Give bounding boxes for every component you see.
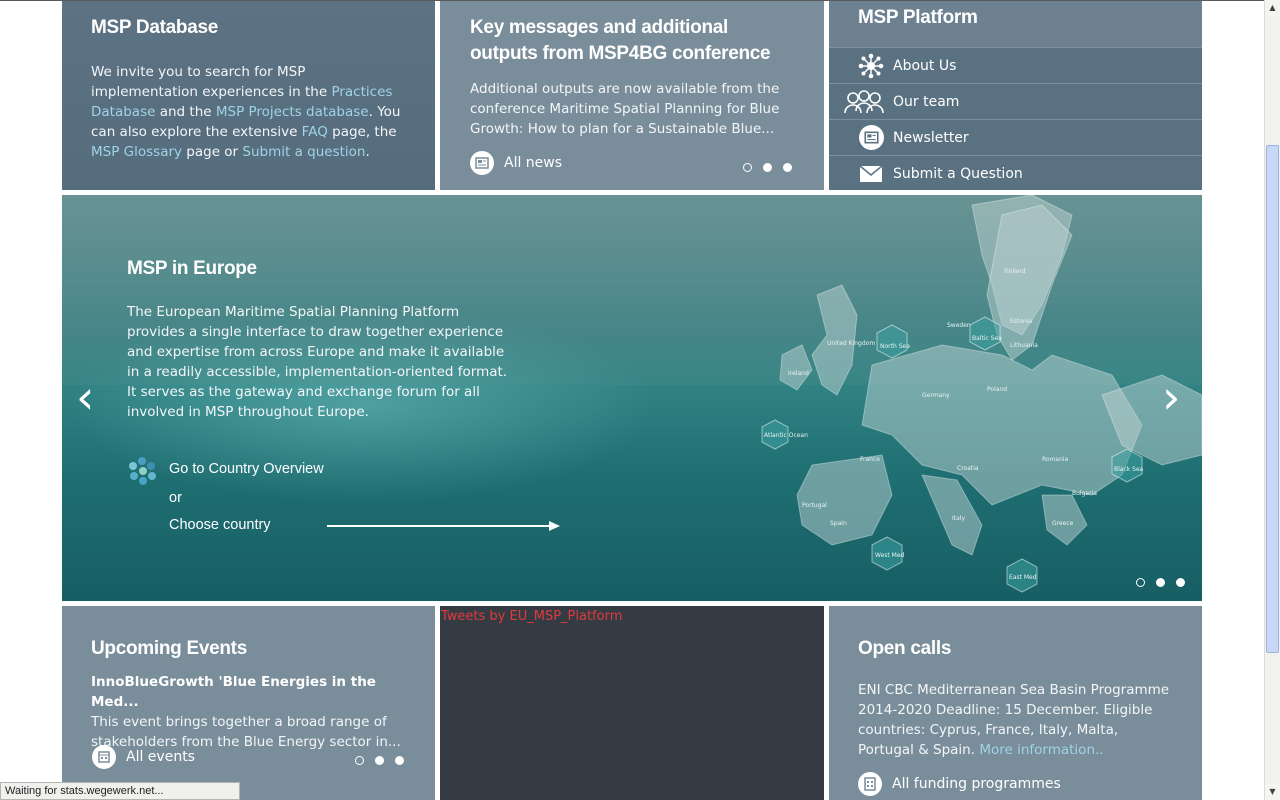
status-bar: Waiting for stats.wegewerk.net... bbox=[0, 782, 240, 800]
menu-item-about-us[interactable]: About Us bbox=[829, 47, 1202, 83]
all-events-link[interactable]: All events bbox=[92, 745, 195, 769]
hero-dot-2[interactable] bbox=[1156, 578, 1165, 587]
svg-text:United Kingdom: United Kingdom bbox=[827, 340, 875, 347]
network-icon bbox=[858, 53, 884, 79]
hero-title: MSP in Europe bbox=[127, 258, 257, 279]
svg-text:Ireland: Ireland bbox=[788, 370, 809, 377]
svg-text:West Med: West Med bbox=[875, 552, 905, 559]
svg-text:East Med: East Med bbox=[1009, 574, 1037, 581]
events-dot-1[interactable] bbox=[355, 756, 364, 765]
svg-text:Atlantic Ocean: Atlantic Ocean bbox=[764, 432, 808, 439]
calls-text: ENI CBC Mediterranean Sea Basin Programm… bbox=[858, 682, 1170, 758]
database-text: We invite you to search for MSP implemen… bbox=[91, 64, 401, 160]
country-overview-icon bbox=[126, 455, 160, 493]
database-title: MSP Database bbox=[91, 17, 218, 38]
menu-item-submit-question[interactable]: Submit a Question bbox=[829, 155, 1202, 191]
europe-map[interactable]: North Sea Baltic Sea Atlantic Ocean Blac… bbox=[742, 195, 1202, 601]
hero-text: The European Maritime Spatial Planning P… bbox=[127, 304, 508, 420]
svg-text:Poland: Poland bbox=[987, 386, 1007, 393]
open-calls-panel: Open calls ENI CBC Mediterranean Sea Bas… bbox=[829, 606, 1202, 800]
svg-text:Germany: Germany bbox=[922, 392, 950, 399]
submit-question-link[interactable]: Submit a question bbox=[242, 144, 365, 160]
team-icon bbox=[844, 89, 884, 115]
tweets-link[interactable]: Tweets by EU_MSP_Platform bbox=[441, 609, 622, 624]
event-title[interactable]: InnoBlueGrowth 'Blue Energies in the Med… bbox=[91, 672, 406, 712]
platform-title: MSP Platform bbox=[829, 1, 1202, 47]
events-dot-3[interactable] bbox=[395, 756, 404, 765]
hero-next-arrow[interactable]: › bbox=[1162, 374, 1180, 420]
svg-text:Black Sea: Black Sea bbox=[1114, 466, 1144, 473]
svg-text:Baltic Sea: Baltic Sea bbox=[972, 335, 1002, 342]
news-dot-1[interactable] bbox=[743, 163, 752, 172]
menu-item-our-team[interactable]: Our team bbox=[829, 83, 1202, 119]
vertical-scrollbar[interactable]: ▲ ▼ bbox=[1264, 0, 1280, 800]
projects-database-link[interactable]: MSP Projects database bbox=[216, 104, 369, 120]
svg-text:Lithuania: Lithuania bbox=[1010, 342, 1038, 349]
svg-text:France: France bbox=[860, 456, 880, 463]
glossary-link[interactable]: MSP Glossary bbox=[91, 144, 182, 160]
north-sea-hex bbox=[876, 324, 908, 359]
events-dot-2[interactable] bbox=[375, 756, 384, 765]
scrollbar-thumb[interactable] bbox=[1266, 145, 1279, 653]
events-carousel-dots bbox=[344, 750, 404, 769]
news-dot-3[interactable] bbox=[783, 163, 792, 172]
calendar-icon bbox=[92, 745, 116, 769]
news-dot-2[interactable] bbox=[763, 163, 772, 172]
svg-text:Portugal: Portugal bbox=[802, 502, 827, 509]
choose-country-link[interactable]: Choose country bbox=[169, 517, 271, 533]
hero-dot-3[interactable] bbox=[1176, 578, 1185, 587]
events-title: Upcoming Events bbox=[91, 638, 247, 659]
calls-title: Open calls bbox=[858, 638, 952, 659]
hero-carousel-dots bbox=[1125, 572, 1185, 591]
svg-text:Spain: Spain bbox=[830, 520, 847, 527]
news-title[interactable]: Key messages and additional outputs from… bbox=[470, 15, 794, 67]
newspaper-icon bbox=[470, 151, 494, 175]
menu-item-newsletter[interactable]: Newsletter bbox=[829, 119, 1202, 155]
news-text: Additional outputs are now available fro… bbox=[470, 81, 780, 137]
or-label: or bbox=[169, 490, 182, 506]
scroll-down-arrow-icon[interactable]: ▼ bbox=[1265, 784, 1280, 800]
newsletter-icon bbox=[858, 125, 884, 151]
svg-text:North Sea: North Sea bbox=[880, 343, 910, 350]
msp-database-panel: MSP Database We invite you to search for… bbox=[62, 1, 435, 190]
svg-text:Finland: Finland bbox=[1004, 268, 1026, 275]
faq-link[interactable]: FAQ bbox=[302, 124, 328, 140]
svg-text:Sweden: Sweden bbox=[947, 322, 971, 329]
svg-text:Romania: Romania bbox=[1042, 456, 1069, 463]
svg-text:Croatia: Croatia bbox=[957, 465, 979, 472]
svg-text:Estonia: Estonia bbox=[1010, 318, 1032, 325]
arrow-right-icon bbox=[327, 521, 560, 531]
news-panel: Key messages and additional outputs from… bbox=[440, 1, 824, 190]
more-information-link[interactable]: More information.. bbox=[979, 742, 1103, 758]
news-carousel-dots bbox=[732, 157, 792, 176]
scroll-up-arrow-icon[interactable]: ▲ bbox=[1265, 0, 1280, 16]
hero-dot-1[interactable] bbox=[1136, 578, 1145, 587]
twitter-panel: Tweets by EU_MSP_Platform bbox=[440, 606, 824, 800]
envelope-icon bbox=[858, 161, 884, 187]
hero-prev-arrow[interactable]: ‹ bbox=[76, 374, 94, 420]
svg-text:Greece: Greece bbox=[1052, 520, 1074, 527]
svg-text:Bulgaria: Bulgaria bbox=[1072, 490, 1097, 497]
all-funding-link[interactable]: All funding programmes bbox=[858, 772, 1061, 796]
funding-icon bbox=[858, 772, 882, 796]
msp-in-europe-hero: North Sea Baltic Sea Atlantic Ocean Blac… bbox=[62, 195, 1202, 601]
all-news-link[interactable]: All news bbox=[470, 151, 562, 175]
go-to-country-overview-link[interactable]: Go to Country Overview bbox=[169, 461, 324, 477]
upcoming-events-panel: Upcoming Events InnoBlueGrowth 'Blue Ene… bbox=[62, 606, 435, 800]
msp-platform-panel: MSP Platform About Us Our team Newslette… bbox=[829, 1, 1202, 190]
svg-text:Italy: Italy bbox=[952, 515, 965, 522]
